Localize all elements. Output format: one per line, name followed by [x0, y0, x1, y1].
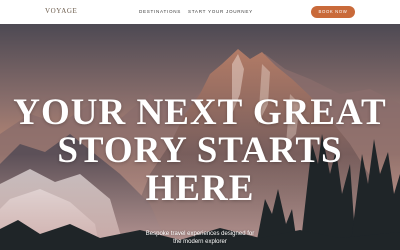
brand-logo[interactable]: VOYAGE [45, 7, 77, 15]
hero-headline-line-2: STORY STARTS [57, 130, 343, 171]
decorative-overlay-text [158, 81, 248, 89]
hero-subtitle-line-2: the modern explorer [173, 239, 227, 245]
hero-headline-line-3: HERE [145, 168, 255, 209]
hero-subtitle: Bespoke travel experiences designed for … [120, 230, 280, 246]
top-nav: VOYAGE DESTINATIONS START YOUR JOURNEY B… [0, 0, 400, 24]
nav-link-destinations[interactable]: DESTINATIONS [139, 9, 181, 14]
hero-subtitle-line-1: Bespoke travel experiences designed for [145, 231, 255, 237]
nav-link-start-your-journey[interactable]: START YOUR JOURNEY [188, 9, 253, 14]
hero-headline-line-1: YOUR NEXT GREAT [13, 92, 387, 133]
hero-section: YOUR NEXT GREAT STORY STARTS HERE Bespok… [0, 24, 400, 250]
book-now-button[interactable]: BOOK NOW [311, 6, 355, 18]
hero-headline: YOUR NEXT GREAT STORY STARTS HERE [0, 94, 400, 208]
